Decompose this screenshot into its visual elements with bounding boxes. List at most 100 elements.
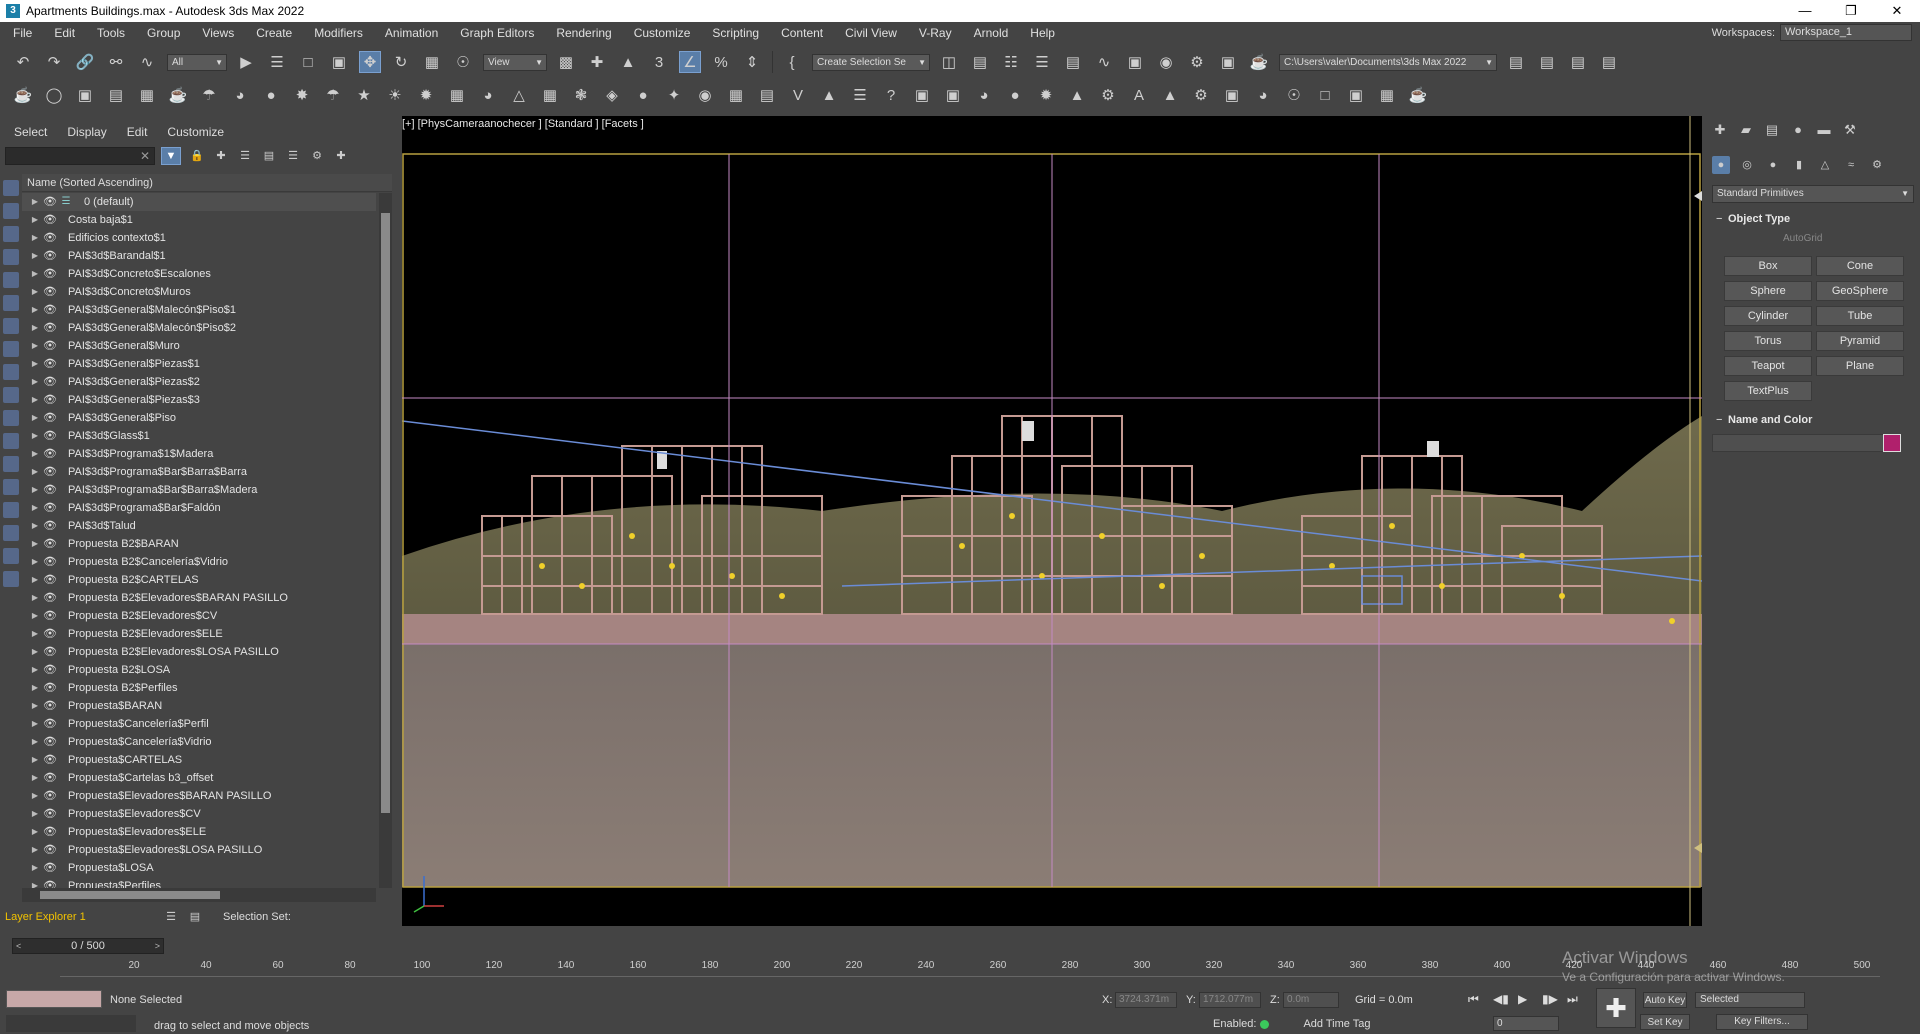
expand-triangle-icon[interactable]: ▶ bbox=[28, 463, 42, 481]
teapot-button[interactable]: Teapot bbox=[1724, 356, 1812, 376]
arnold-shade-icon[interactable]: ◕ bbox=[1252, 84, 1274, 106]
horizontal-scrollbar[interactable] bbox=[22, 888, 376, 902]
render-icon[interactable]: ◯ bbox=[43, 84, 65, 106]
expand-triangle-icon[interactable]: ▶ bbox=[28, 823, 42, 841]
expand-triangle-icon[interactable]: ▶ bbox=[28, 751, 42, 769]
bind-space-warp-icon[interactable]: ∿ bbox=[136, 51, 158, 73]
eye-icon[interactable]: 👁 bbox=[42, 805, 58, 823]
percent-snap-icon[interactable]: % bbox=[710, 51, 732, 73]
collapse-icon[interactable]: − bbox=[1716, 411, 1722, 429]
keyboard-shortcut-override-icon[interactable]: ▲ bbox=[617, 51, 639, 73]
project-icon-3[interactable]: ▤ bbox=[1567, 51, 1589, 73]
add-to-layer-icon[interactable]: ☰ bbox=[237, 148, 253, 164]
arnold-log-icon[interactable]: ☰ bbox=[849, 84, 871, 106]
select-object-icon[interactable]: ▶ bbox=[235, 51, 257, 73]
arnold-gear-icon[interactable]: ⚙ bbox=[1190, 84, 1212, 106]
list-item[interactable]: ▶ 👁 Propuesta B2$Elevadores$CV bbox=[22, 607, 376, 625]
arnold-tree-icon[interactable]: ▲ bbox=[818, 84, 840, 106]
display-tab-icon[interactable]: ▬ bbox=[1816, 122, 1832, 138]
teapot-icon[interactable]: ☕ bbox=[12, 84, 34, 106]
menu-vray[interactable]: V-Ray bbox=[908, 22, 963, 44]
list-item[interactable]: ▶ 👁 PAI$3d$Talud bbox=[22, 517, 376, 535]
layer-options-icon[interactable]: ✚ bbox=[333, 148, 349, 164]
box-button[interactable]: Box bbox=[1724, 256, 1812, 276]
eye-icon[interactable]: 👁 bbox=[42, 733, 58, 751]
vray-logo-icon[interactable]: V bbox=[787, 84, 809, 106]
eye-icon[interactable]: 👁 bbox=[42, 841, 58, 859]
rectangular-selection-icon[interactable]: □ bbox=[297, 51, 319, 73]
list-item[interactable]: ▶ 👁 Propuesta$Cancelería$Vidrio bbox=[22, 733, 376, 751]
list-item[interactable]: ▶ 👁 PAI$3d$General$Muro bbox=[22, 337, 376, 355]
expand-triangle-icon[interactable]: ▶ bbox=[28, 193, 42, 211]
name-and-color-rollout[interactable]: − Name and Color bbox=[1712, 411, 1914, 429]
select-by-name-icon[interactable]: ☰ bbox=[266, 51, 288, 73]
list-item[interactable]: ▶ 👁 PAI$3d$Glass$1 bbox=[22, 427, 376, 445]
arnold-frame-2-icon[interactable]: ▣ bbox=[1345, 84, 1367, 106]
toggle-layer-explorer-icon[interactable]: ☰ bbox=[1031, 51, 1053, 73]
maxscript-mini-listener[interactable] bbox=[6, 1015, 136, 1032]
display-shapes-icon[interactable] bbox=[3, 226, 19, 242]
expand-triangle-icon[interactable]: ▶ bbox=[28, 769, 42, 787]
expand-triangle-icon[interactable]: ▶ bbox=[28, 301, 42, 319]
helpers-icon[interactable]: △ bbox=[1816, 156, 1834, 174]
select-and-move-icon[interactable]: ✥ bbox=[359, 51, 381, 73]
list-item[interactable]: ▶ 👁 PAI$3d$General$Piezas$2 bbox=[22, 373, 376, 391]
curve-editor-icon[interactable]: ∿ bbox=[1093, 51, 1115, 73]
material-editor-icon[interactable]: ◉ bbox=[1155, 51, 1177, 73]
undo-icon[interactable]: ↶ bbox=[12, 51, 34, 73]
project-icon-1[interactable]: ▤ bbox=[1505, 51, 1527, 73]
expand-triangle-icon[interactable]: ▶ bbox=[28, 247, 42, 265]
display-references-icon[interactable] bbox=[3, 502, 19, 518]
textplus-button[interactable]: TextPlus bbox=[1724, 381, 1812, 401]
list-item[interactable]: ▶ 👁 PAI$3d$Programa$Bar$Faldón bbox=[22, 499, 376, 517]
list-item[interactable]: ▶ 👁 Propuesta$Perfiles bbox=[22, 877, 376, 888]
restore-icon[interactable]: ❐ bbox=[1828, 0, 1874, 22]
torus-button[interactable]: Torus bbox=[1724, 331, 1812, 351]
eye-icon[interactable]: 👁 bbox=[42, 445, 58, 463]
z-coordinate-field[interactable]: 0.0m bbox=[1283, 992, 1339, 1008]
expand-triangle-icon[interactable]: ▶ bbox=[28, 859, 42, 877]
selection-filter-dropdown[interactable]: All ▼ bbox=[167, 53, 227, 71]
display-all-icon[interactable] bbox=[3, 180, 19, 196]
display-children-icon[interactable] bbox=[3, 479, 19, 495]
eye-icon[interactable]: 👁 bbox=[42, 553, 58, 571]
y-coordinate-field[interactable]: 1712.077m bbox=[1199, 992, 1261, 1008]
arnold-flask-icon[interactable]: ▲ bbox=[1159, 84, 1181, 106]
arnold-text-icon[interactable]: A bbox=[1128, 84, 1150, 106]
project-icon-4[interactable]: ▤ bbox=[1598, 51, 1620, 73]
named-selection-dropdown[interactable]: Create Selection Se ▼ bbox=[812, 53, 930, 71]
list-item[interactable]: ▶ 👁 PAI$3d$General$Malecón$Piso$2 bbox=[22, 319, 376, 337]
eye-icon[interactable]: 👁 bbox=[42, 193, 58, 211]
list-item[interactable]: ▶ 👁 Propuesta B2$Elevadores$BARAN PASILLO bbox=[22, 589, 376, 607]
eye-icon[interactable]: 👁 bbox=[42, 697, 58, 715]
auto-key-button[interactable]: Auto Key bbox=[1643, 992, 1687, 1008]
window-crossing-icon[interactable]: ▣ bbox=[328, 51, 350, 73]
display-filter-icon[interactable] bbox=[3, 548, 19, 564]
menu-file[interactable]: File bbox=[0, 22, 43, 44]
eye-icon[interactable]: 👁 bbox=[42, 463, 58, 481]
column-header-name[interactable]: Name (Sorted Ascending) bbox=[22, 174, 392, 192]
play-icon[interactable]: ▶ bbox=[1518, 992, 1527, 1006]
menu-graph-editors[interactable]: Graph Editors bbox=[449, 22, 545, 44]
align-icon[interactable]: ▤ bbox=[969, 51, 991, 73]
scrollbar-thumb[interactable] bbox=[381, 213, 390, 813]
arnold-camera-icon[interactable]: ▣ bbox=[942, 84, 964, 106]
arnold-sphere-icon[interactable]: ● bbox=[632, 84, 654, 106]
expand-triangle-icon[interactable]: ▶ bbox=[28, 571, 42, 589]
render-setup-icon[interactable]: ⚙ bbox=[1186, 51, 1208, 73]
arnold-render-icon[interactable]: ◕ bbox=[973, 84, 995, 106]
arnold-tree-2-icon[interactable]: ▲ bbox=[1066, 84, 1088, 106]
layer-stack-icon[interactable]: ☰ bbox=[58, 193, 74, 211]
expand-triangle-icon[interactable]: ▶ bbox=[28, 607, 42, 625]
arnold-bulb-icon[interactable]: ☉ bbox=[1283, 84, 1305, 106]
expand-triangle-icon[interactable]: ▶ bbox=[28, 877, 42, 888]
plane-button[interactable]: Plane bbox=[1816, 356, 1904, 376]
select-and-rotate-icon[interactable]: ↻ bbox=[390, 51, 412, 73]
minimize-icon[interactable]: — bbox=[1782, 0, 1828, 22]
list-item[interactable]: ▶ 👁 Propuesta$Elevadores$BARAN PASILLO bbox=[22, 787, 376, 805]
list-item[interactable]: ▶ 👁 Propuesta B2$Elevadores$LOSA PASILLO bbox=[22, 643, 376, 661]
eye-icon[interactable]: 👁 bbox=[42, 877, 58, 888]
list-item[interactable]: ▶ 👁 PAI$3d$Barandal$1 bbox=[22, 247, 376, 265]
eye-icon[interactable]: 👁 bbox=[42, 661, 58, 679]
expand-triangle-icon[interactable]: ▶ bbox=[28, 337, 42, 355]
